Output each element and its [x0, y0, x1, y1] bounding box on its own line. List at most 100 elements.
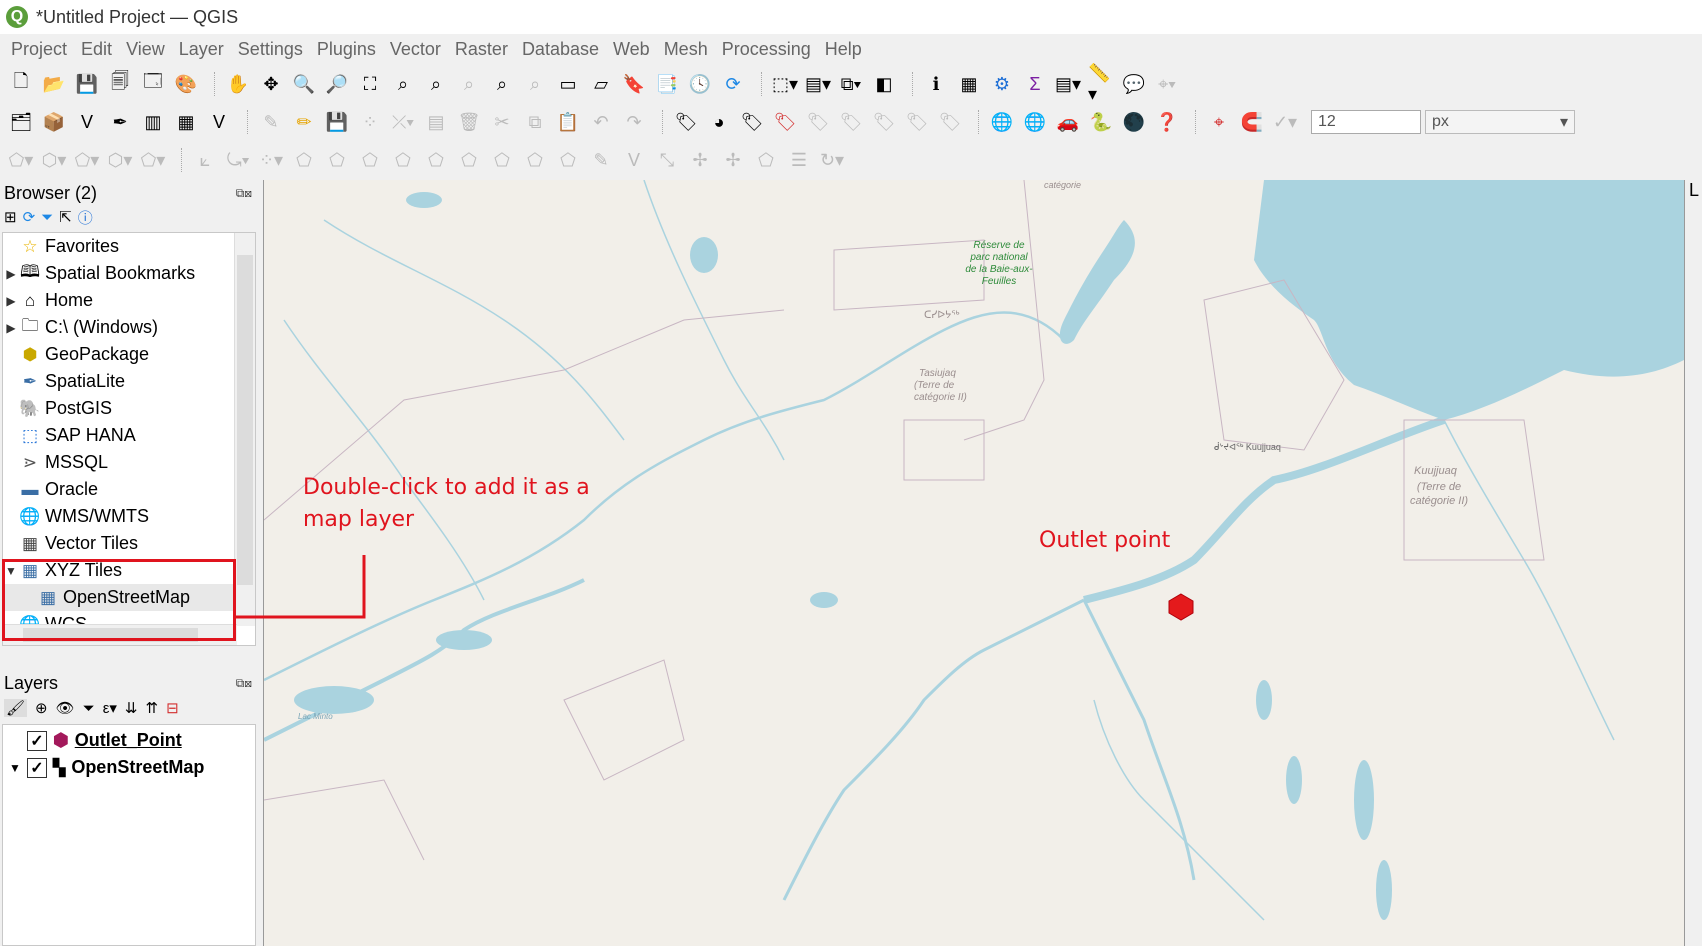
menu-project[interactable]: Project [11, 39, 67, 60]
pan-map-icon[interactable]: ✋ [225, 71, 251, 97]
modify-attributes-icon[interactable]: ▤ [423, 109, 449, 135]
move-label-icon[interactable]: 🏷 [871, 109, 897, 135]
delete-selected-icon[interactable]: 🗑 [456, 109, 482, 135]
statistical-summary-icon[interactable]: Σ [1022, 71, 1048, 97]
identify-features-icon[interactable]: ℹ [923, 71, 949, 97]
zoom-out-icon[interactable]: 🔎 [324, 71, 350, 97]
data-source-manager-icon[interactable]: 🗂 [8, 109, 34, 135]
zoom-to-layer-icon[interactable]: ⌕ [423, 71, 449, 97]
highlight-pinned-labels-icon[interactable]: 🏷 [739, 109, 765, 135]
select-by-value-icon[interactable]: ▤▾ [805, 71, 831, 97]
reverse-line-icon[interactable]: ⤡ [654, 147, 680, 173]
filter-by-expression-icon[interactable]: ε▾ [103, 699, 117, 717]
copy-features-icon[interactable]: ⧉ [522, 109, 548, 135]
browser-item-geopackage[interactable]: ⬢ GeoPackage [3, 341, 233, 368]
toggle-editing-icon[interactable]: ✏ [291, 109, 317, 135]
collapse-all-icon[interactable]: ⇱ [59, 208, 72, 226]
expand-all-icon[interactable]: ⇊ [125, 699, 138, 717]
remove-layer-icon[interactable]: ⊟ [166, 699, 179, 717]
menu-view[interactable]: View [126, 39, 165, 60]
open-field-calculator-icon[interactable]: ▤▾ [1055, 71, 1081, 97]
add-point-feature-icon[interactable]: ⁘ [357, 109, 383, 135]
menu-vector[interactable]: Vector [390, 39, 441, 60]
merge-features-icon[interactable]: ⬠ [489, 147, 515, 173]
deselect-features-icon[interactable]: ⧉▾ [838, 71, 864, 97]
browser-item-home[interactable]: ▶ ⌂ Home [3, 287, 233, 314]
offset-point-symbols-icon[interactable]: ✎ [588, 147, 614, 173]
menu-layer[interactable]: Layer [179, 39, 224, 60]
pan-to-selection-icon[interactable]: ✥ [258, 71, 284, 97]
panel-float-close-icons[interactable]: ⧉⊠ [236, 676, 252, 691]
rotate-feature-icon[interactable]: ⬠ [357, 147, 383, 173]
pin-labels-icon[interactable]: 🏷 [805, 109, 831, 135]
style-manager-icon[interactable]: 🎨 [173, 71, 199, 97]
browser-item-c-drive[interactable]: ▶ 🗀 C:\ (Windows) [3, 314, 233, 341]
zoom-next-icon[interactable]: ⌕ [522, 71, 548, 97]
show-hide-labels-icon[interactable]: 🏷 [838, 109, 864, 135]
snapping-options-icon[interactable]: ✓▾ [1272, 109, 1298, 135]
measure-line-icon[interactable]: 📏▾ [1088, 63, 1114, 104]
globe-plugin-icon[interactable]: 🌑 [1121, 109, 1147, 135]
refresh-icon[interactable]: ⟳ [23, 208, 36, 226]
map-tips-icon[interactable]: 💬 [1121, 71, 1147, 97]
menu-database[interactable]: Database [522, 39, 599, 60]
python-console-icon[interactable]: 🐍 [1088, 109, 1114, 135]
menu-plugins[interactable]: Plugins [317, 39, 376, 60]
new-geopackage-layer-icon[interactable]: 📦 [41, 109, 67, 135]
change-label-icon[interactable]: 🏷 [937, 109, 963, 135]
new-project-icon[interactable]: 🗋 [8, 71, 34, 97]
add-part-icon[interactable]: ⬡▾ [41, 147, 67, 173]
browser-item-spatial-bookmarks[interactable]: ▶ 🕮 Spatial Bookmarks [3, 260, 233, 287]
add-vector-layer-icon[interactable]: V [206, 109, 232, 135]
collapse-all-icon[interactable]: ⇈ [145, 699, 158, 717]
filter-legend-icon[interactable]: ⏷ [83, 700, 95, 717]
processing-toolbox-icon[interactable]: ⚙ [989, 71, 1015, 97]
scale-feature-icon[interactable]: ⬠ [390, 147, 416, 173]
open-attribute-table-icon[interactable]: ▦ [956, 71, 982, 97]
vertex-tool-icon[interactable]: ⤫▾ [390, 109, 416, 135]
offset-curve-icon[interactable]: ⤿▾ [225, 147, 251, 173]
expand-arrow[interactable]: ▶ [3, 267, 19, 281]
manage-map-themes-icon[interactable]: 👁 [56, 699, 75, 717]
split-parts-icon[interactable]: ⬠ [456, 147, 482, 173]
open-layer-styling-icon[interactable]: 🖌 [4, 699, 28, 717]
browser-item-postgis[interactable]: 🐘 PostGIS [3, 395, 233, 422]
select-location-icon[interactable]: ◧ [871, 71, 897, 97]
browser-item-favorites[interactable]: ☆ Favorites [3, 233, 233, 260]
menu-mesh[interactable]: Mesh [664, 39, 708, 60]
new-bookmark-icon[interactable]: 🔖 [621, 71, 647, 97]
reshape-features-icon[interactable]: ⟀ [192, 147, 218, 173]
expand-arrow[interactable]: ▶ [3, 294, 19, 308]
save-project-icon[interactable]: 💾 [74, 71, 100, 97]
cut-features-icon[interactable]: ✂ [489, 109, 515, 135]
menu-raster[interactable]: Raster [455, 39, 508, 60]
expand-arrow[interactable]: ▼ [9, 761, 27, 775]
layer-row-outlet-point[interactable]: ✓ ⬢ Outlet_Point [9, 727, 182, 754]
expand-arrow[interactable]: ▶ [3, 321, 19, 335]
menu-web[interactable]: Web [613, 39, 650, 60]
new-map-view-icon[interactable]: ▭ [555, 71, 581, 97]
info-icon[interactable]: ⓘ [78, 207, 93, 228]
menu-edit[interactable]: Edit [81, 39, 112, 60]
layer-visibility-checkbox[interactable]: ✓ [27, 757, 47, 778]
new-temporary-layer-icon[interactable]: ▥ [140, 109, 166, 135]
metasearch-search-icon[interactable]: 🌐 [1022, 109, 1048, 135]
digitize-polygon-icon[interactable]: ↻▾ [819, 147, 845, 173]
new-virtual-layer-icon[interactable]: ▦ [173, 109, 199, 135]
undo-icon[interactable]: ↶ [588, 109, 614, 135]
panel-float-close-icons[interactable]: ⧉⊠ [236, 186, 252, 201]
redo-icon[interactable]: ↷ [621, 109, 647, 135]
browser-item-sap-hana[interactable]: ⬚ SAP HANA [3, 422, 233, 449]
layer-labeling-options-icon[interactable]: 🏷 [673, 109, 699, 135]
zoom-last-icon[interactable]: ⌕ [489, 71, 515, 97]
layout-manager-icon[interactable]: 🗔 [140, 71, 166, 97]
add-group-icon[interactable]: ⊕ [35, 699, 48, 717]
zoom-in-icon[interactable]: 🔍 [291, 71, 317, 97]
snapping-magnet-icon[interactable]: 🧲 [1239, 109, 1265, 135]
scrollbar-thumb[interactable] [237, 255, 253, 585]
trim-extend-icon[interactable]: V [621, 147, 647, 173]
symbol-size-spinbox[interactable]: 12 [1311, 110, 1421, 134]
toggle-label-display-icon[interactable]: 🏷 [772, 109, 798, 135]
add-ring-icon[interactable]: ⬠▾ [8, 147, 34, 173]
menu-processing[interactable]: Processing [722, 39, 811, 60]
